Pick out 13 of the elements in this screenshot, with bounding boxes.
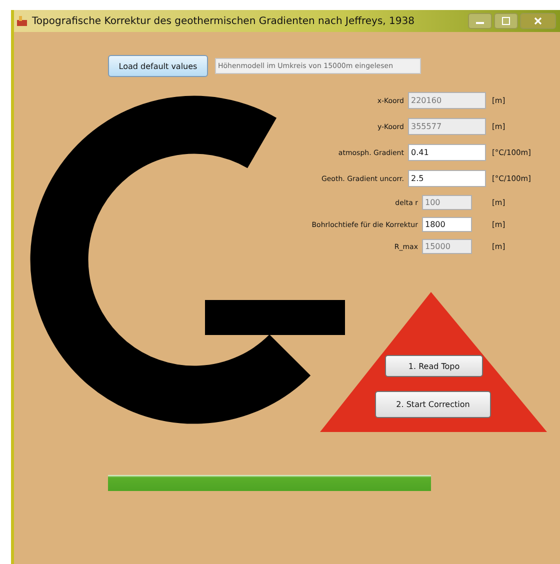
action-button[interactable]: 1. Read Topo [385, 355, 483, 377]
maximize-icon [502, 17, 510, 25]
app-icon [16, 15, 28, 27]
input-field[interactable]: 2.5 [408, 170, 486, 187]
minimize-button[interactable] [468, 13, 492, 29]
action-button[interactable]: 2. Start Correction [375, 391, 491, 418]
input-field[interactable]: 1800 [422, 217, 472, 232]
window-title: Topografische Korrektur des geothermischen Gradienten nach Jeffreys, 1938 [32, 16, 414, 26]
maximize-button[interactable] [494, 13, 518, 29]
load-default-values-button[interactable]: Load default values [108, 55, 208, 77]
close-icon [534, 17, 542, 25]
input-field[interactable]: 0.41 [408, 144, 486, 161]
close-button[interactable] [520, 13, 556, 29]
